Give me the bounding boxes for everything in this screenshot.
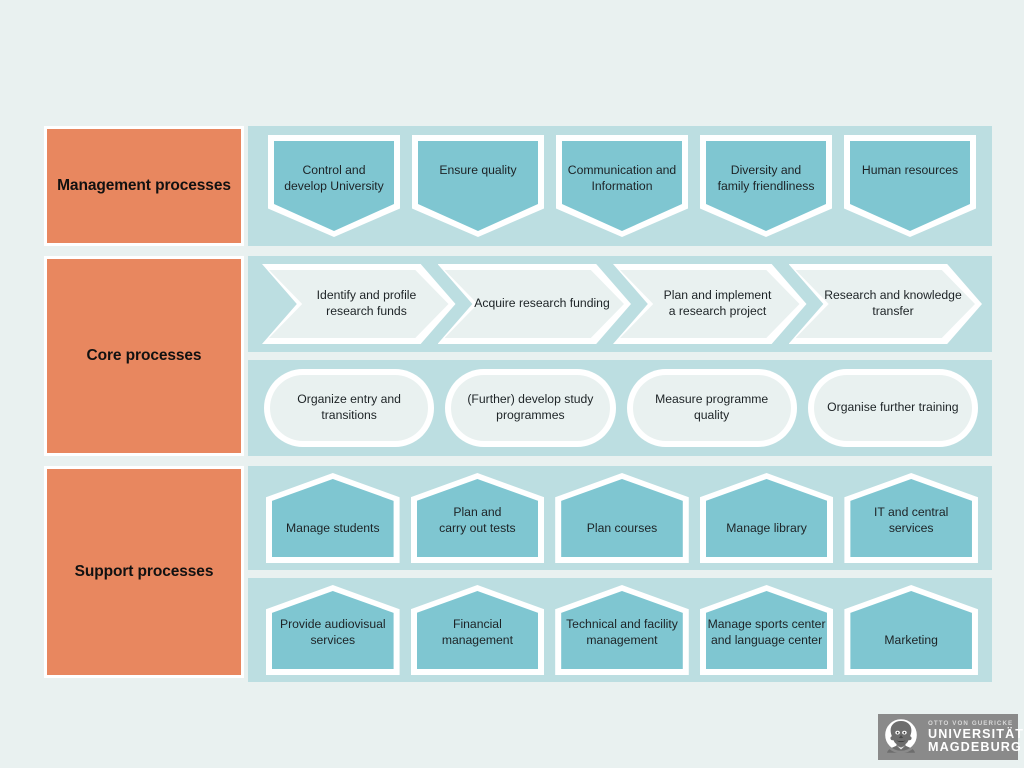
process-label: Control and develop University	[284, 163, 384, 193]
process-label: Plan and carry out tests	[439, 505, 516, 536]
process-label: Technical and facility management	[566, 617, 678, 648]
process-label: Marketing	[884, 633, 938, 648]
shape-group-support-bottom: Provide audiovisual services Financial ma…	[248, 578, 992, 682]
process-shape-identify-profile-research-funds[interactable]: Identify and profile research funds	[262, 264, 456, 344]
shape-group-core-study: Organize entry and transitions (Further) …	[248, 360, 992, 456]
process-shape-plan-implement-research-project[interactable]: Plan and implement a research project	[613, 264, 807, 344]
logo-wordmark: OTTO VON GUERICKE UNIVERSITÄT MAGDEBURG	[924, 720, 1024, 754]
process-shape-further-develop-study-programmes[interactable]: (Further) develop study programmes	[445, 369, 616, 447]
process-shape-technical-facility-management[interactable]: Technical and facility management	[555, 585, 689, 675]
band-area-support: Manage students Plan and carry out tests …	[248, 466, 992, 682]
row-core-processes: Core processes Identify and profile resea…	[44, 256, 992, 456]
row-label-support: Support processes	[44, 466, 244, 678]
process-label: IT and central services	[874, 505, 949, 536]
process-shape-it-central-services[interactable]: IT and central services	[844, 473, 978, 563]
process-shape-plan-carry-out-tests[interactable]: Plan and carry out tests	[410, 473, 545, 563]
process-label: Measure programme quality	[655, 392, 769, 422]
process-shape-financial-management[interactable]: Financial management	[410, 585, 545, 675]
row-label-core: Core processes	[44, 256, 244, 456]
process-label: Diversity and family friendliness	[717, 163, 815, 193]
process-label: Acquire research funding	[474, 296, 610, 311]
band-core-study: Organize entry and transitions (Further) …	[248, 360, 992, 456]
band-core-research: Identify and profile research funds Acqui…	[248, 256, 992, 352]
process-shape-diversity-family-friendliness[interactable]: Diversity and family friendliness	[700, 135, 832, 237]
row-label-management: Management processes	[44, 126, 244, 246]
process-shape-manage-sports-language-center[interactable]: Manage sports center and language center	[699, 585, 834, 675]
process-label: Manage library	[726, 521, 807, 536]
process-label: (Further) develop study programmes	[467, 392, 594, 422]
band-management: Control and develop University Ensure qua…	[248, 126, 992, 246]
shape-group-core-research: Identify and profile research funds Acqui…	[248, 256, 992, 352]
process-label: Manage sports center and language center	[707, 617, 826, 648]
process-label: Provide audiovisual services	[279, 617, 386, 648]
process-label: Financial management	[441, 617, 513, 648]
process-label: Plan and implement a research project	[663, 288, 772, 318]
process-shape-marketing[interactable]: Marketing	[844, 585, 978, 675]
process-label: Plan courses	[586, 521, 658, 536]
process-shape-organize-entry-transitions[interactable]: Organize entry and transitions	[264, 369, 435, 447]
process-shape-measure-programme-quality[interactable]: Measure programme quality	[626, 369, 797, 447]
row-management-processes: Management processes Control and develop …	[44, 126, 992, 246]
process-label: Organise further training	[827, 400, 959, 415]
shape-group-support-top: Manage students Plan and carry out tests …	[248, 466, 992, 570]
process-map-diagram: Management processes Control and develop …	[0, 0, 1024, 768]
process-shape-manage-library[interactable]: Manage library	[699, 473, 834, 563]
process-shape-provide-audiovisual-services[interactable]: Provide audiovisual services	[266, 585, 400, 675]
process-label: Identify and profile research funds	[316, 288, 417, 318]
logo-line-magdeburg: MAGDEBURG	[928, 740, 1022, 754]
process-shape-plan-courses[interactable]: Plan courses	[555, 473, 689, 563]
process-shape-communication-information[interactable]: Communication and Information	[556, 135, 688, 237]
process-label: Manage students	[286, 521, 380, 536]
process-shape-acquire-research-funding[interactable]: Acquire research funding	[437, 264, 631, 344]
process-label: Organize entry and transitions	[297, 392, 401, 422]
process-shape-research-knowledge-transfer[interactable]: Research and knowledge transfer	[788, 264, 982, 344]
university-logo: OTTO VON GUERICKE UNIVERSITÄT MAGDEBURG	[878, 714, 1023, 760]
process-shape-human-resources[interactable]: Human resources	[844, 135, 976, 237]
process-label: Ensure quality	[439, 163, 517, 177]
row-support-processes: Support processes Manage students Plan a…	[44, 466, 992, 682]
band-area-management: Control and develop University Ensure qua…	[248, 126, 992, 246]
band-area-core: Identify and profile research funds Acqui…	[248, 256, 992, 456]
otto-von-guericke-portrait-icon	[878, 714, 924, 760]
process-label: Research and knowledge transfer	[824, 288, 962, 318]
process-shape-ensure-quality[interactable]: Ensure quality	[412, 135, 544, 237]
process-shape-manage-students[interactable]: Manage students	[266, 473, 400, 563]
shape-group-management: Control and develop University Ensure qua…	[248, 126, 992, 246]
process-label: Human resources	[861, 163, 959, 177]
process-shape-control-develop-university[interactable]: Control and develop University	[268, 135, 400, 237]
band-support-top: Manage students Plan and carry out tests …	[248, 466, 992, 570]
process-label: Communication and Information	[567, 163, 677, 193]
process-shape-organise-further-training[interactable]: Organise further training	[807, 369, 978, 447]
band-support-bottom: Provide audiovisual services Financial ma…	[248, 578, 992, 682]
